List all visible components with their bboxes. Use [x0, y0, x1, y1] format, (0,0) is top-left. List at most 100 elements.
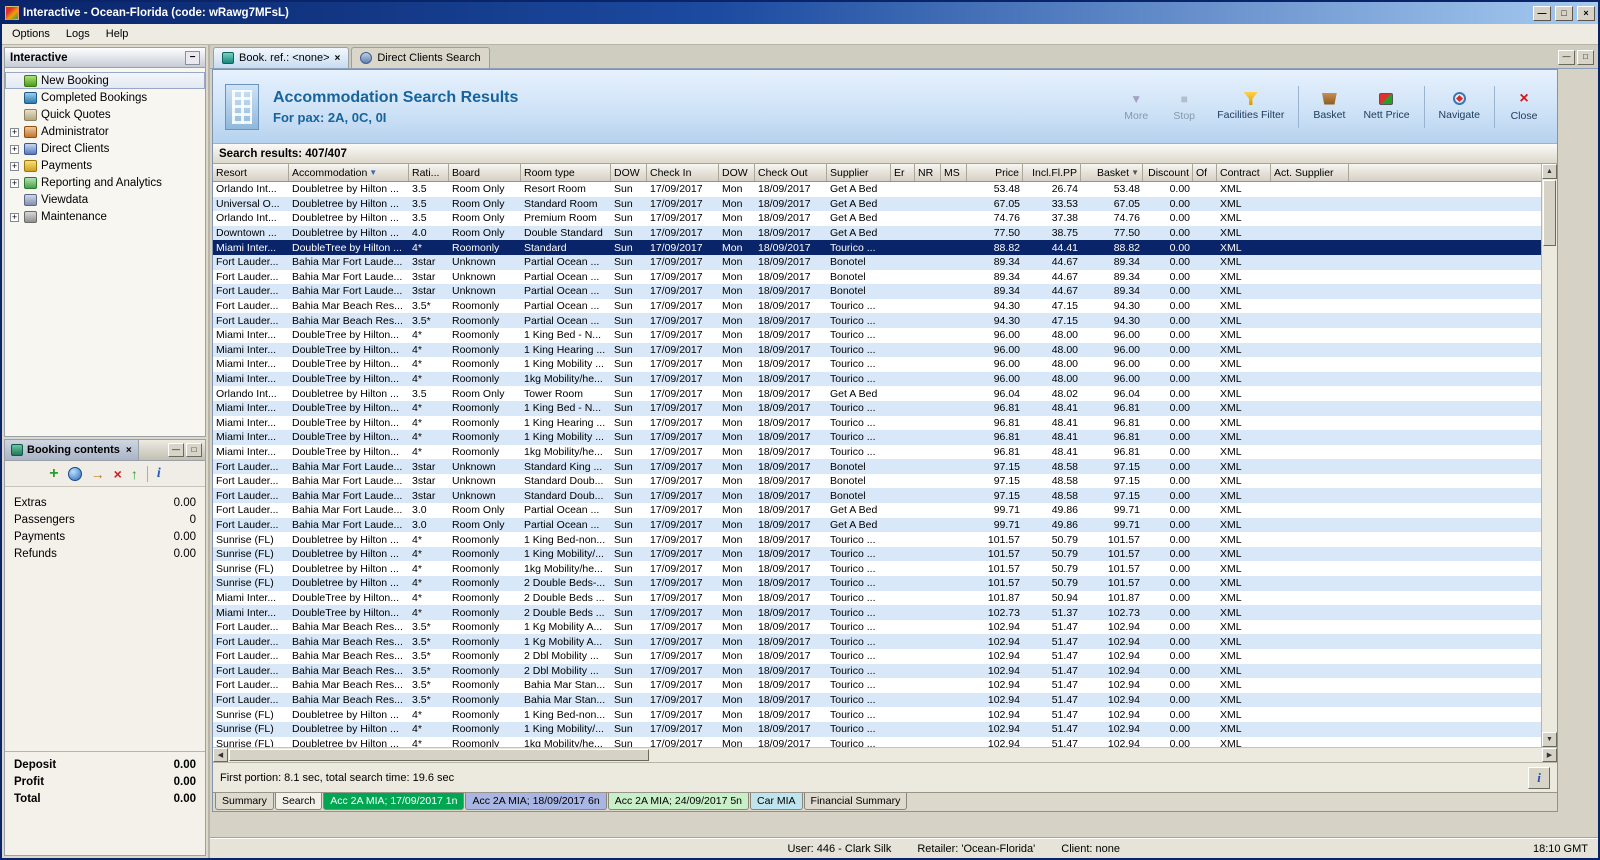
booking-contents-close-icon[interactable]: × [126, 445, 132, 456]
table-row[interactable]: Sunrise (FL) Doubletree by Hilton ... 4* Ro… [213, 546, 1541, 562]
table-row[interactable]: Fort Lauder... Bahia Mar Beach Res... 3.5*… [213, 692, 1541, 708]
column-header-nr[interactable]: NR [915, 164, 941, 181]
table-row[interactable]: Miami Inter... DoubleTree by Hilton... 4* R… [213, 444, 1541, 460]
sidebar-item-quick-quotes[interactable]: Quick Quotes [5, 106, 205, 123]
table-row[interactable]: Miami Inter... DoubleTree by Hilton... 4* R… [213, 605, 1541, 620]
panel-minimize-icon[interactable]: — [1558, 50, 1575, 65]
table-row[interactable]: Sunrise (FL) Doubletree by Hilton ... 4* Ro… [213, 736, 1541, 747]
table-row[interactable]: Fort Lauder... Bahia Mar Beach Res... 3.5*… [213, 663, 1541, 679]
column-header-discount[interactable]: Discount [1143, 164, 1193, 181]
table-row[interactable]: Fort Lauder... Bahia Mar Beach Res... 3.5*… [213, 313, 1541, 328]
scroll-up-icon[interactable]: ▲ [1542, 164, 1557, 179]
table-row[interactable]: Sunrise (FL) Doubletree by Hilton ... 4* Ro… [213, 561, 1541, 577]
table-row[interactable]: Sunrise (FL) Doubletree by Hilton ... 4* Ro… [213, 532, 1541, 547]
expand-toggle-icon[interactable]: + [9, 126, 20, 138]
panel-collapse-button[interactable]: − [185, 50, 200, 65]
refresh-icon[interactable]: ↑ [131, 467, 138, 481]
nett-price-button[interactable]: Nett Price [1359, 91, 1413, 123]
expand-toggle-icon[interactable]: + [9, 143, 20, 155]
tab-direct-clients-search[interactable]: Direct Clients Search [351, 47, 490, 68]
tab-book-ref-none[interactable]: Book. ref.: <none> × [213, 47, 350, 68]
booking-contents-tab[interactable]: Booking contents × [5, 440, 139, 460]
bottom-tab-search[interactable]: Search [274, 793, 323, 810]
sidebar-item-administrator[interactable]: + Administrator [5, 123, 205, 140]
table-row[interactable]: Miami Inter... DoubleTree by Hilton... 4* R… [213, 430, 1541, 445]
filter-funnel-icon[interactable]: ▼ [369, 168, 377, 177]
minimize-button[interactable]: — [1533, 5, 1551, 21]
bottom-tab-acc-2a-mia-24-09-2017-5n[interactable]: Acc 2A MIA; 24/09/2017 5n [607, 793, 750, 810]
info-icon[interactable]: i [157, 466, 161, 481]
table-row[interactable]: Fort Lauder... Bahia Mar Beach Res... 3.5*… [213, 678, 1541, 693]
table-row[interactable]: Fort Lauder... Bahia Mar Fort Laude... 3st… [213, 254, 1541, 270]
column-header-board[interactable]: Board [449, 164, 521, 181]
sidebar-item-payments[interactable]: + Payments [5, 157, 205, 174]
vertical-scroll-thumb[interactable] [1543, 180, 1556, 246]
transfer-icon[interactable]: → [91, 467, 105, 481]
table-row[interactable]: Fort Lauder... Bahia Mar Fort Laude... 3.0… [213, 503, 1541, 518]
table-row[interactable]: Miami Inter... DoubleTree by Hilton ... 4*… [213, 240, 1541, 255]
info-button[interactable]: i [1528, 766, 1550, 789]
maximize-button[interactable]: □ [1555, 5, 1573, 21]
table-row[interactable]: Miami Inter... DoubleTree by Hilton... 4* R… [213, 400, 1541, 416]
table-row[interactable]: Fort Lauder... Bahia Mar Beach Res... 3.5*… [213, 298, 1541, 314]
table-row[interactable]: Miami Inter... DoubleTree by Hilton... 4* R… [213, 371, 1541, 387]
horizontal-scroll-thumb[interactable] [229, 749, 649, 761]
table-row[interactable]: Fort Lauder... Bahia Mar Beach Res... 3.5*… [213, 634, 1541, 649]
table-row[interactable]: Sunrise (FL) Doubletree by Hilton ... 4* Ro… [213, 721, 1541, 737]
table-row[interactable]: Sunrise (FL) Doubletree by Hilton ... 4* Ro… [213, 576, 1541, 591]
column-header-act-supplier[interactable]: Act. Supplier [1271, 164, 1349, 181]
column-header-ms[interactable]: MS [941, 164, 967, 181]
bottom-tab-financial-summary[interactable]: Financial Summary [803, 793, 908, 810]
bottom-tab-acc-2a-mia-17-09-2017-1n[interactable]: Acc 2A MIA; 17/09/2017 1n [323, 793, 465, 810]
table-row[interactable]: Fort Lauder... Bahia Mar Fort Laude... 3st… [213, 284, 1541, 299]
sidebar-item-maintenance[interactable]: + Maintenance [5, 208, 205, 225]
table-row[interactable]: Miami Inter... DoubleTree by Hilton... 4* R… [213, 415, 1541, 431]
column-header-supplier[interactable]: Supplier [827, 164, 891, 181]
column-header-accommodation[interactable]: Accommodation ▼ [289, 164, 409, 181]
table-row[interactable]: Sunrise (FL) Doubletree by Hilton ... 4* Ro… [213, 707, 1541, 722]
column-header-dow-5[interactable]: DOW [611, 164, 647, 181]
column-header-check-in[interactable]: Check In [647, 164, 719, 181]
panel-restore-icon[interactable]: □ [1577, 50, 1594, 65]
table-row[interactable]: Miami Inter... DoubleTree by Hilton... 4* R… [213, 357, 1541, 372]
panel-restore-button[interactable]: □ [186, 443, 202, 457]
close-window-button[interactable]: × [1577, 5, 1595, 21]
scroll-down-icon[interactable]: ▼ [1542, 732, 1557, 747]
table-row[interactable]: Downtown ... Doubletree by Hilton ... 4.0 R… [213, 225, 1541, 241]
navigate-button[interactable]: Navigate [1435, 90, 1484, 123]
horizontal-scroll-track[interactable] [650, 748, 1542, 762]
panel-minimize-button[interactable]: — [168, 443, 184, 457]
column-header-rati[interactable]: Rati... [409, 164, 449, 181]
table-row[interactable]: Universal O... Doubletree by Hilton ... 3.… [213, 196, 1541, 212]
globe-icon[interactable] [67, 466, 82, 481]
table-row[interactable]: Miami Inter... DoubleTree by Hilton... 4* R… [213, 590, 1541, 606]
stop-button[interactable]: ■ Stop [1165, 89, 1203, 124]
table-row[interactable]: Fort Lauder... Bahia Mar Fort Laude... 3st… [213, 459, 1541, 474]
table-row[interactable]: Miami Inter... DoubleTree by Hilton... 4* R… [213, 327, 1541, 343]
expand-toggle-icon[interactable]: + [9, 211, 20, 223]
column-header-incl-fl-pp[interactable]: Incl.Fl.PP [1023, 164, 1081, 181]
menu-item-logs[interactable]: Logs [58, 26, 98, 42]
table-row[interactable]: Orlando Int... Doubletree by Hilton ... 3.… [213, 386, 1541, 401]
expand-toggle-icon[interactable]: + [9, 177, 20, 189]
basket-button[interactable]: Basket [1309, 91, 1349, 123]
sidebar-item-completed-bookings[interactable]: Completed Bookings [5, 89, 205, 106]
column-header-price[interactable]: Price [967, 164, 1023, 181]
more-button[interactable]: ▼ More [1117, 89, 1155, 124]
scroll-left-icon[interactable]: ◀ [213, 748, 228, 762]
table-row[interactable]: Orlando Int... Doubletree by Hilton ... 3.… [213, 211, 1541, 226]
bottom-tab-acc-2a-mia-18-09-2017-6n[interactable]: Acc 2A MIA; 18/09/2017 6n [465, 793, 607, 810]
table-row[interactable]: Fort Lauder... Bahia Mar Fort Laude... 3st… [213, 473, 1541, 489]
column-header-dow-7[interactable]: DOW [719, 164, 755, 181]
tab-close-icon[interactable]: × [335, 53, 341, 64]
column-header-basket[interactable]: Basket ▼ [1081, 164, 1143, 181]
expand-toggle-icon[interactable]: + [9, 160, 20, 172]
table-row[interactable]: Fort Lauder... Bahia Mar Beach Res... 3.5*… [213, 619, 1541, 635]
table-row[interactable]: Miami Inter... DoubleTree by Hilton... 4* R… [213, 342, 1541, 358]
column-header-room-type[interactable]: Room type [521, 164, 611, 181]
bottom-tab-summary[interactable]: Summary [215, 793, 274, 810]
horizontal-scrollbar[interactable]: ◀ ▶ [213, 747, 1557, 762]
table-row[interactable]: Fort Lauder... Bahia Mar Fort Laude... 3st… [213, 488, 1541, 504]
column-header-of[interactable]: Of [1193, 164, 1217, 181]
column-header-er[interactable]: Er [891, 164, 915, 181]
